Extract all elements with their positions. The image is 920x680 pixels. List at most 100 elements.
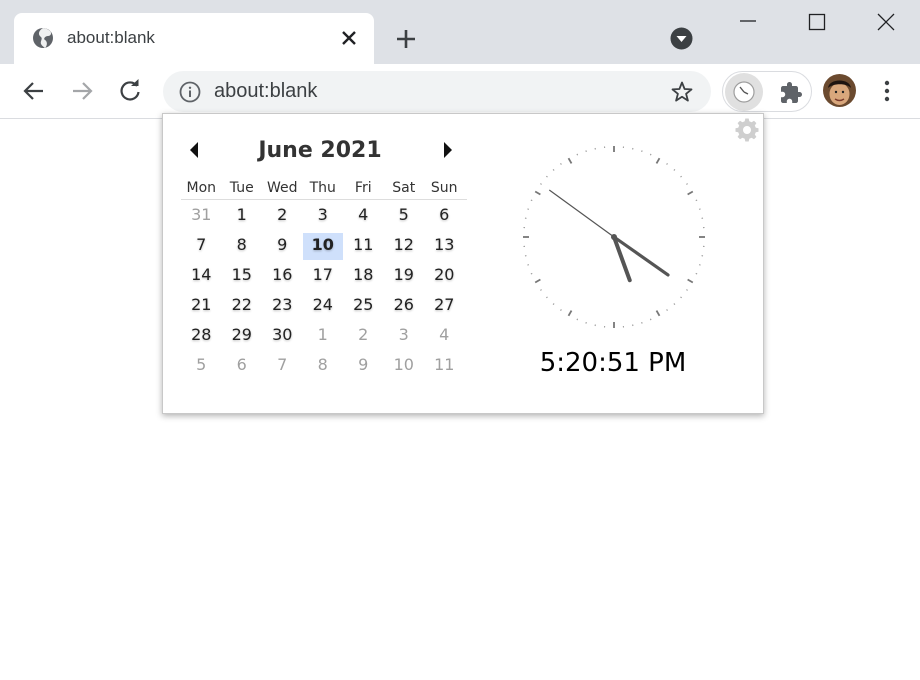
minute-tick	[552, 303, 555, 305]
calendar-week: 31 1 2 3 4 5 6	[181, 200, 467, 230]
forward-arrow-icon[interactable]	[68, 77, 96, 105]
calendar-day[interactable]: 1	[222, 203, 263, 230]
tab-strip: about:blank	[0, 0, 920, 64]
calendar-day[interactable]: 8	[303, 353, 344, 380]
minute-tick	[695, 199, 698, 202]
calendar-day[interactable]: 3	[303, 203, 344, 230]
url-text: about:blank	[214, 80, 318, 102]
calendar-day[interactable]: 9	[262, 233, 303, 260]
calendar-day[interactable]: 14	[181, 263, 222, 290]
calendar-day[interactable]: 25	[343, 293, 384, 320]
calendar-day[interactable]: 11	[343, 233, 384, 260]
minute-tick	[530, 199, 533, 202]
calendar-day[interactable]: 9	[343, 353, 384, 380]
minute-tick	[560, 309, 562, 311]
calendar-day[interactable]: 2	[343, 323, 384, 350]
calendar-day[interactable]: 11	[424, 353, 465, 380]
calendar-day[interactable]: 29	[222, 323, 263, 350]
minute-tick	[673, 303, 676, 305]
calendar-day[interactable]: 27	[424, 293, 465, 320]
calendar-day[interactable]: 17	[303, 263, 344, 290]
calendar-day[interactable]: 5	[181, 353, 222, 380]
weekday-label: Tue	[229, 180, 254, 196]
hour-tick	[534, 190, 541, 196]
minute-tick	[576, 318, 579, 321]
reload-icon[interactable]	[116, 77, 144, 105]
hour-tick	[534, 278, 541, 284]
puzzle-icon[interactable]	[779, 81, 803, 105]
minute-tick	[649, 318, 652, 321]
calendar-day[interactable]: 20	[424, 263, 465, 290]
minute-tick	[673, 169, 676, 171]
close-tab-icon[interactable]	[340, 29, 358, 47]
profile-avatar[interactable]	[823, 74, 856, 107]
minute-tick	[666, 309, 668, 311]
weekday-label: Thu	[309, 180, 336, 196]
calendar-day[interactable]: 16	[262, 263, 303, 290]
more-menu-icon[interactable]	[878, 77, 896, 105]
calendar-day[interactable]: 13	[424, 233, 465, 260]
month-title: June 2021	[258, 138, 382, 163]
calendar-day[interactable]: 24	[303, 293, 344, 320]
calendar-day[interactable]: 8	[222, 233, 263, 260]
calendar-day-today[interactable]: 10	[302, 233, 343, 260]
new-tab-button[interactable]	[394, 27, 418, 51]
calendar-grid: Mon Tue Wed Thu Fri Sat Sun 31 1 2 3 4 5 6 7 8 9 1…	[181, 176, 467, 380]
calendar-day[interactable]: 15	[222, 263, 263, 290]
calendar-week: 28 29 30 1 2 3 4	[181, 320, 467, 350]
minute-tick	[666, 163, 668, 165]
bookmark-star-icon[interactable]	[670, 80, 694, 104]
calendar-day[interactable]: 22	[222, 293, 263, 320]
second-hand	[548, 189, 615, 238]
close-window-icon[interactable]	[874, 10, 898, 34]
calendar-day[interactable]: 4	[343, 203, 384, 230]
tab-search-icon[interactable]	[670, 27, 693, 50]
calendar-day[interactable]: 18	[343, 263, 384, 290]
clock-extension-icon[interactable]	[725, 73, 763, 111]
browser-toolbar: about:blank	[0, 64, 920, 119]
calendar-week: 14 15 16 17 18 19 20	[181, 260, 467, 290]
hour-tick	[655, 157, 661, 164]
minute-tick	[540, 183, 542, 185]
calendar-day[interactable]: 1	[303, 323, 344, 350]
calendar-day[interactable]: 4	[424, 323, 465, 350]
calendar-day[interactable]: 23	[262, 293, 303, 320]
calendar-week: 5 6 7 8 9 10 11	[181, 350, 467, 380]
calendar-day[interactable]: 19	[384, 263, 425, 290]
minimize-icon[interactable]	[736, 10, 760, 34]
calendar-day[interactable]: 6	[222, 353, 263, 380]
calendar-day[interactable]: 7	[181, 233, 222, 260]
minute-tick	[680, 296, 682, 299]
calendar-day[interactable]: 7	[262, 353, 303, 380]
back-arrow-icon[interactable]	[20, 77, 48, 105]
clock-center	[611, 234, 617, 240]
hour-tick	[687, 190, 694, 196]
calendar-day[interactable]: 2	[262, 203, 303, 230]
minute-tick	[686, 289, 688, 291]
calendar-day[interactable]: 6	[424, 203, 465, 230]
previous-month-icon[interactable]	[187, 140, 201, 160]
hour-tick	[567, 310, 573, 317]
calendar-day[interactable]: 3	[384, 323, 425, 350]
calendar-day[interactable]: 10	[384, 353, 425, 380]
analog-clock	[523, 146, 705, 328]
calendar-day[interactable]: 12	[384, 233, 425, 260]
globe-icon	[32, 27, 54, 49]
calendar-day[interactable]: 31	[181, 203, 222, 230]
digital-time: 5:20:51 PM	[539, 348, 687, 378]
calendar-week: 7 8 9 10 11 12 13	[181, 230, 467, 260]
calendar-day[interactable]: 26	[384, 293, 425, 320]
settings-gear-icon[interactable]	[735, 118, 759, 142]
minute-tick	[530, 272, 533, 275]
next-month-icon[interactable]	[441, 140, 455, 160]
minute-tick	[546, 175, 548, 178]
tab-about-blank[interactable]: about:blank	[14, 13, 374, 64]
calendar-day[interactable]: 5	[384, 203, 425, 230]
maximize-icon[interactable]	[805, 10, 829, 34]
info-icon[interactable]	[179, 81, 201, 103]
minute-tick	[560, 163, 562, 165]
calendar-day[interactable]: 21	[181, 293, 222, 320]
calendar-day[interactable]: 30	[262, 323, 303, 350]
calendar-day[interactable]: 28	[181, 323, 222, 350]
address-bar[interactable]: about:blank	[163, 71, 711, 112]
